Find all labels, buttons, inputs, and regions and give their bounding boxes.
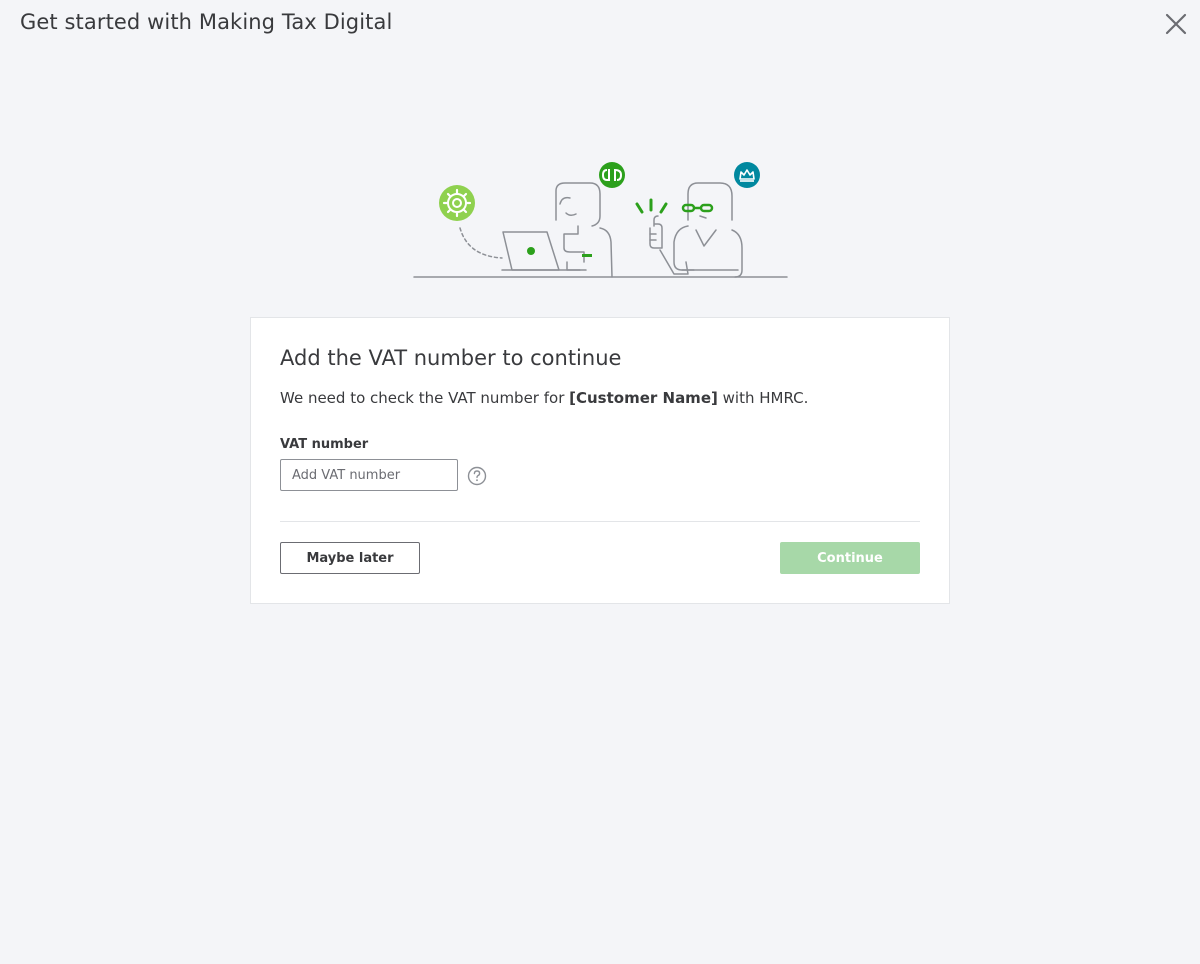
- close-icon: [1165, 13, 1187, 35]
- vat-number-label: VAT number: [280, 437, 369, 452]
- hmrc-crown-icon: [734, 162, 760, 188]
- description-suffix: with HMRC.: [717, 389, 809, 407]
- card-heading: Add the VAT number to continue: [280, 346, 622, 370]
- help-button[interactable]: [467, 466, 487, 486]
- page-title: Get started with Making Tax Digital: [20, 10, 393, 34]
- vat-number-input[interactable]: [280, 459, 458, 491]
- description-prefix: We need to check the VAT number for: [280, 389, 570, 407]
- gear-icon: [439, 185, 475, 221]
- help-icon: [467, 466, 487, 486]
- close-button[interactable]: [1164, 12, 1188, 36]
- maybe-later-button[interactable]: Maybe later: [280, 542, 420, 574]
- page: Get started with Making Tax Digital Add …: [0, 0, 1200, 964]
- continue-button[interactable]: Continue: [780, 542, 920, 574]
- divider: [280, 521, 920, 522]
- vat-number-card: Add the VAT number to continue We need t…: [250, 317, 950, 604]
- customer-name: [Customer Name]: [569, 389, 718, 407]
- card-description: We need to check the VAT number for [Cus…: [280, 389, 808, 407]
- quickbooks-logo-icon: [599, 162, 625, 188]
- hmrc-connection-illustration: [413, 162, 788, 278]
